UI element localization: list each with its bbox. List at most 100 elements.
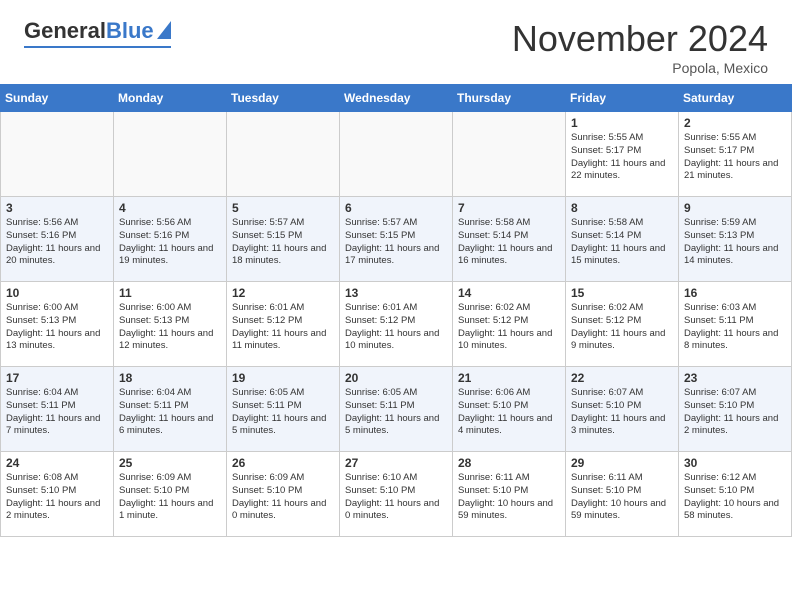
day-number: 21 bbox=[458, 371, 560, 385]
sunrise-text: Sunrise: 5:57 AM bbox=[345, 217, 417, 228]
title-section: November 2024 Popola, Mexico bbox=[512, 18, 768, 76]
sunset-text: Sunset: 5:10 PM bbox=[232, 485, 302, 496]
logo-icon bbox=[157, 21, 171, 39]
sunrise-text: Sunrise: 6:11 AM bbox=[571, 472, 643, 483]
weekday-header-row: SundayMondayTuesdayWednesdayThursdayFrid… bbox=[1, 85, 792, 112]
day-info: Sunrise: 6:01 AMSunset: 5:12 PMDaylight:… bbox=[232, 302, 334, 353]
daylight-text: Daylight: 11 hours and 6 minutes. bbox=[119, 413, 213, 437]
day-number: 5 bbox=[232, 201, 334, 215]
day-number: 19 bbox=[232, 371, 334, 385]
daylight-text: Daylight: 11 hours and 2 minutes. bbox=[6, 498, 100, 522]
day-info: Sunrise: 6:02 AMSunset: 5:12 PMDaylight:… bbox=[458, 302, 560, 353]
calendar-day-cell: 5Sunrise: 5:57 AMSunset: 5:15 PMDaylight… bbox=[227, 197, 340, 282]
calendar-day-cell: 18Sunrise: 6:04 AMSunset: 5:11 PMDayligh… bbox=[114, 367, 227, 452]
sunset-text: Sunset: 5:15 PM bbox=[232, 230, 302, 241]
daylight-text: Daylight: 10 hours and 59 minutes. bbox=[571, 498, 666, 522]
calendar-day-cell: 29Sunrise: 6:11 AMSunset: 5:10 PMDayligh… bbox=[566, 452, 679, 537]
sunrise-text: Sunrise: 6:07 AM bbox=[571, 387, 643, 398]
day-info: Sunrise: 5:57 AMSunset: 5:15 PMDaylight:… bbox=[232, 217, 334, 268]
daylight-text: Daylight: 11 hours and 13 minutes. bbox=[6, 328, 100, 352]
day-number: 9 bbox=[684, 201, 786, 215]
sunset-text: Sunset: 5:13 PM bbox=[119, 315, 189, 326]
sunset-text: Sunset: 5:11 PM bbox=[232, 400, 302, 411]
sunset-text: Sunset: 5:17 PM bbox=[684, 145, 754, 156]
sunset-text: Sunset: 5:10 PM bbox=[345, 485, 415, 496]
sunrise-text: Sunrise: 6:08 AM bbox=[6, 472, 78, 483]
calendar-day-cell: 3Sunrise: 5:56 AMSunset: 5:16 PMDaylight… bbox=[1, 197, 114, 282]
calendar-week-row: 1Sunrise: 5:55 AMSunset: 5:17 PMDaylight… bbox=[1, 112, 792, 197]
daylight-text: Daylight: 11 hours and 10 minutes. bbox=[458, 328, 552, 352]
daylight-text: Daylight: 11 hours and 0 minutes. bbox=[232, 498, 326, 522]
sunset-text: Sunset: 5:16 PM bbox=[6, 230, 76, 241]
weekday-header-sunday: Sunday bbox=[1, 85, 114, 112]
sunrise-text: Sunrise: 5:57 AM bbox=[232, 217, 304, 228]
daylight-text: Daylight: 11 hours and 20 minutes. bbox=[6, 243, 100, 267]
sunrise-text: Sunrise: 6:11 AM bbox=[458, 472, 530, 483]
day-info: Sunrise: 6:05 AMSunset: 5:11 PMDaylight:… bbox=[232, 387, 334, 438]
day-info: Sunrise: 6:07 AMSunset: 5:10 PMDaylight:… bbox=[684, 387, 786, 438]
sunrise-text: Sunrise: 6:06 AM bbox=[458, 387, 530, 398]
day-info: Sunrise: 5:56 AM Sunset: 5:16 PM Daylight:… bbox=[6, 217, 108, 268]
day-info: Sunrise: 5:56 AMSunset: 5:16 PMDaylight:… bbox=[119, 217, 221, 268]
calendar-day-cell bbox=[1, 112, 114, 197]
sunrise-text: Sunrise: 6:02 AM bbox=[571, 302, 643, 313]
calendar-day-cell bbox=[453, 112, 566, 197]
sunset-text: Sunset: 5:11 PM bbox=[6, 400, 76, 411]
calendar-day-cell: 8Sunrise: 5:58 AMSunset: 5:14 PMDaylight… bbox=[566, 197, 679, 282]
daylight-text: Daylight: 11 hours and 14 minutes. bbox=[684, 243, 778, 267]
sunrise-text: Sunrise: 5:55 AM bbox=[571, 132, 643, 143]
sunrise-text: Sunrise: 6:09 AM bbox=[119, 472, 191, 483]
sunrise-text: Sunrise: 6:03 AM bbox=[684, 302, 756, 313]
daylight-text: Daylight: 11 hours and 15 minutes. bbox=[571, 243, 665, 267]
calendar-day-cell: 24 Sunrise: 6:08 AM Sunset: 5:10 PM Dayligh… bbox=[1, 452, 114, 537]
daylight-text: Daylight: 11 hours and 11 minutes. bbox=[232, 328, 326, 352]
day-info: Sunrise: 6:08 AM Sunset: 5:10 PM Daylight:… bbox=[6, 472, 108, 523]
sunrise-text: Sunrise: 6:05 AM bbox=[232, 387, 304, 398]
day-number: 22 bbox=[571, 371, 673, 385]
daylight-text: Daylight: 11 hours and 19 minutes. bbox=[119, 243, 213, 267]
calendar-week-row: 10 Sunrise: 6:00 AM Sunset: 5:13 PM Dayligh… bbox=[1, 282, 792, 367]
month-title: November 2024 bbox=[512, 18, 768, 60]
sunset-text: Sunset: 5:10 PM bbox=[684, 485, 754, 496]
day-number: 24 bbox=[6, 456, 108, 470]
sunset-text: Sunset: 5:11 PM bbox=[684, 315, 754, 326]
weekday-header-thursday: Thursday bbox=[453, 85, 566, 112]
day-info: Sunrise: 6:03 AM Sunset: 5:11 PM Daylight:… bbox=[684, 302, 786, 353]
daylight-text: Daylight: 11 hours and 2 minutes. bbox=[684, 413, 778, 437]
day-number: 12 bbox=[232, 286, 334, 300]
day-number: 25 bbox=[119, 456, 221, 470]
sunrise-text: Sunrise: 5:55 AM bbox=[684, 132, 756, 143]
day-number: 14 bbox=[458, 286, 560, 300]
daylight-text: Daylight: 11 hours and 17 minutes. bbox=[345, 243, 439, 267]
day-number: 28 bbox=[458, 456, 560, 470]
sunset-text: Sunset: 5:16 PM bbox=[119, 230, 189, 241]
daylight-text: Daylight: 10 hours and 58 minutes. bbox=[684, 498, 779, 522]
sunrise-text: Sunrise: 6:04 AM bbox=[119, 387, 191, 398]
calendar-day-cell bbox=[340, 112, 453, 197]
calendar-day-cell: 27Sunrise: 6:10 AMSunset: 5:10 PMDayligh… bbox=[340, 452, 453, 537]
day-number: 18 bbox=[119, 371, 221, 385]
calendar-day-cell: 22Sunrise: 6:07 AMSunset: 5:10 PMDayligh… bbox=[566, 367, 679, 452]
sunrise-text: Sunrise: 6:00 AM bbox=[119, 302, 191, 313]
daylight-text: Daylight: 11 hours and 8 minutes. bbox=[684, 328, 778, 352]
sunset-text: Sunset: 5:10 PM bbox=[458, 485, 528, 496]
sunrise-text: Sunrise: 6:04 AM bbox=[6, 387, 78, 398]
day-info: Sunrise: 6:11 AMSunset: 5:10 PMDaylight:… bbox=[458, 472, 560, 523]
calendar-day-cell: 30Sunrise: 6:12 AMSunset: 5:10 PMDayligh… bbox=[679, 452, 792, 537]
sunset-text: Sunset: 5:13 PM bbox=[684, 230, 754, 241]
sunset-text: Sunset: 5:10 PM bbox=[684, 400, 754, 411]
sunrise-text: Sunrise: 5:56 AM bbox=[6, 217, 78, 228]
weekday-header-saturday: Saturday bbox=[679, 85, 792, 112]
sunrise-text: Sunrise: 6:01 AM bbox=[232, 302, 304, 313]
calendar-day-cell: 11Sunrise: 6:00 AMSunset: 5:13 PMDayligh… bbox=[114, 282, 227, 367]
calendar-table: SundayMondayTuesdayWednesdayThursdayFrid… bbox=[0, 84, 792, 537]
calendar-day-cell: 21Sunrise: 6:06 AMSunset: 5:10 PMDayligh… bbox=[453, 367, 566, 452]
day-info: Sunrise: 5:58 AMSunset: 5:14 PMDaylight:… bbox=[571, 217, 673, 268]
calendar-day-cell: 6Sunrise: 5:57 AMSunset: 5:15 PMDaylight… bbox=[340, 197, 453, 282]
day-number: 20 bbox=[345, 371, 447, 385]
sunset-text: Sunset: 5:10 PM bbox=[6, 485, 76, 496]
daylight-text: Daylight: 11 hours and 1 minute. bbox=[119, 498, 213, 522]
day-info: Sunrise: 6:04 AMSunset: 5:11 PMDaylight:… bbox=[6, 387, 108, 438]
day-number: 10 bbox=[6, 286, 108, 300]
day-number: 2 bbox=[684, 116, 786, 130]
